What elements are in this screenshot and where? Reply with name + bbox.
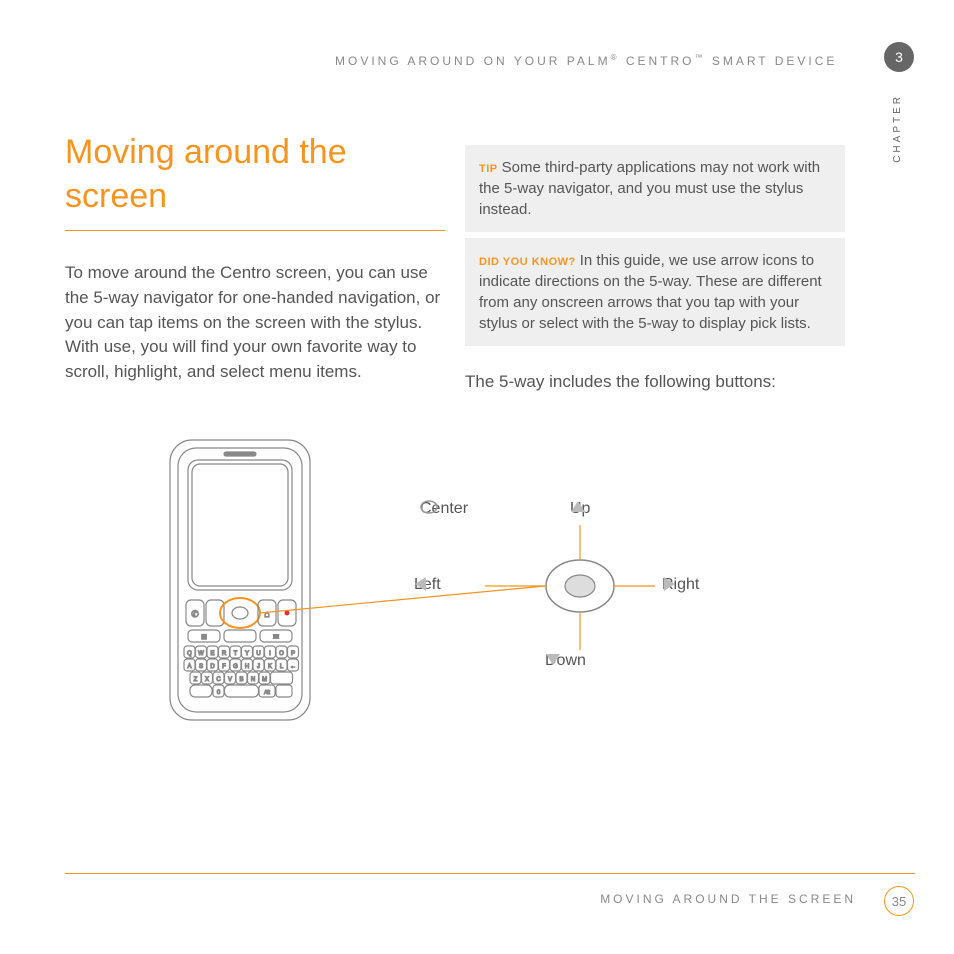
svg-text:Z: Z bbox=[194, 677, 198, 683]
svg-text:✉: ✉ bbox=[273, 634, 279, 641]
five-way-detail bbox=[485, 525, 655, 650]
svg-text:F: F bbox=[222, 664, 226, 670]
svg-text:J: J bbox=[257, 664, 260, 670]
svg-text:B: B bbox=[239, 677, 243, 683]
label-center: Center bbox=[420, 500, 468, 518]
svg-text:✆: ✆ bbox=[191, 609, 199, 619]
left-arrow-icon bbox=[414, 576, 428, 592]
svg-text:D: D bbox=[210, 664, 215, 670]
svg-text:R: R bbox=[222, 651, 227, 657]
svg-text:Q: Q bbox=[187, 651, 192, 657]
phone-illustration: ✆ ⌂ ⊞ ✉ Q W E R T Y U I bbox=[170, 440, 310, 720]
footer-section: MOVING AROUND THE SCREEN bbox=[600, 892, 856, 906]
label-right: Right bbox=[662, 576, 699, 594]
svg-text:Alt: Alt bbox=[264, 690, 270, 696]
label-left: Left bbox=[414, 576, 441, 594]
tip-callout: TIPSome third-party applications may not… bbox=[465, 145, 845, 232]
dyk-label: DID YOU KNOW? bbox=[479, 256, 580, 268]
page-number-text: 35 bbox=[892, 894, 906, 909]
label-up: Up bbox=[570, 500, 590, 518]
chapter-label: CHAPTER bbox=[892, 94, 903, 163]
five-way-diagram: ✆ ⌂ ⊞ ✉ Q W E R T Y U I bbox=[150, 430, 770, 730]
breadcrumb-mid: CENTRO bbox=[620, 54, 695, 68]
svg-text:←: ← bbox=[290, 664, 296, 670]
column-right: TIPSome third-party applications may not… bbox=[465, 145, 845, 395]
page-title: Moving around the screen bbox=[65, 130, 445, 231]
center-icon bbox=[420, 500, 438, 514]
svg-text:O: O bbox=[279, 651, 284, 657]
breadcrumb: MOVING AROUND ON YOUR PALM® CENTRO™ SMAR… bbox=[335, 53, 837, 68]
svg-text:A: A bbox=[187, 664, 191, 670]
svg-text:Y: Y bbox=[245, 651, 249, 657]
svg-text:U: U bbox=[256, 651, 260, 657]
chapter-number: 3 bbox=[895, 49, 903, 65]
svg-text:H: H bbox=[245, 664, 249, 670]
up-arrow-icon bbox=[570, 500, 586, 514]
footer-rule bbox=[65, 873, 915, 874]
svg-text:P: P bbox=[291, 651, 295, 657]
down-arrow-icon bbox=[545, 652, 561, 666]
keyboard: Q W E R T Y U I O P A S D F G H J K bbox=[184, 646, 299, 697]
column-left: Moving around the screen To move around … bbox=[65, 130, 445, 385]
svg-text:C: C bbox=[216, 677, 221, 683]
svg-text:W: W bbox=[198, 651, 204, 657]
svg-text:I: I bbox=[269, 651, 271, 657]
svg-text:⌂: ⌂ bbox=[264, 609, 269, 619]
svg-text:M: M bbox=[262, 677, 267, 683]
breadcrumb-post: SMART DEVICE bbox=[706, 54, 838, 68]
svg-text:⊞: ⊞ bbox=[201, 634, 207, 641]
right-arrow-icon bbox=[662, 576, 676, 592]
svg-text:K: K bbox=[268, 664, 272, 670]
label-down: Down bbox=[545, 652, 586, 670]
tip-label: TIP bbox=[479, 163, 502, 175]
intro-text: To move around the Centro screen, you ca… bbox=[65, 261, 445, 384]
tip-text: Some third-party applications may not wo… bbox=[479, 159, 820, 218]
svg-text:G: G bbox=[233, 664, 238, 670]
did-you-know-callout: DID YOU KNOW?In this guide, we use arrow… bbox=[465, 238, 845, 346]
lead-out-text: The 5-way includes the following buttons… bbox=[465, 370, 845, 395]
breadcrumb-pre: MOVING AROUND ON YOUR PALM bbox=[335, 54, 611, 68]
svg-text:T: T bbox=[234, 651, 238, 657]
svg-text:0: 0 bbox=[217, 690, 221, 696]
svg-text:E: E bbox=[210, 651, 214, 657]
svg-text:V: V bbox=[228, 677, 232, 683]
page-number: 35 bbox=[884, 886, 914, 916]
svg-text:X: X bbox=[205, 677, 209, 683]
svg-text:L: L bbox=[280, 664, 284, 670]
svg-text:S: S bbox=[199, 664, 203, 670]
svg-text:N: N bbox=[251, 677, 255, 683]
chapter-badge: 3 bbox=[884, 42, 914, 72]
